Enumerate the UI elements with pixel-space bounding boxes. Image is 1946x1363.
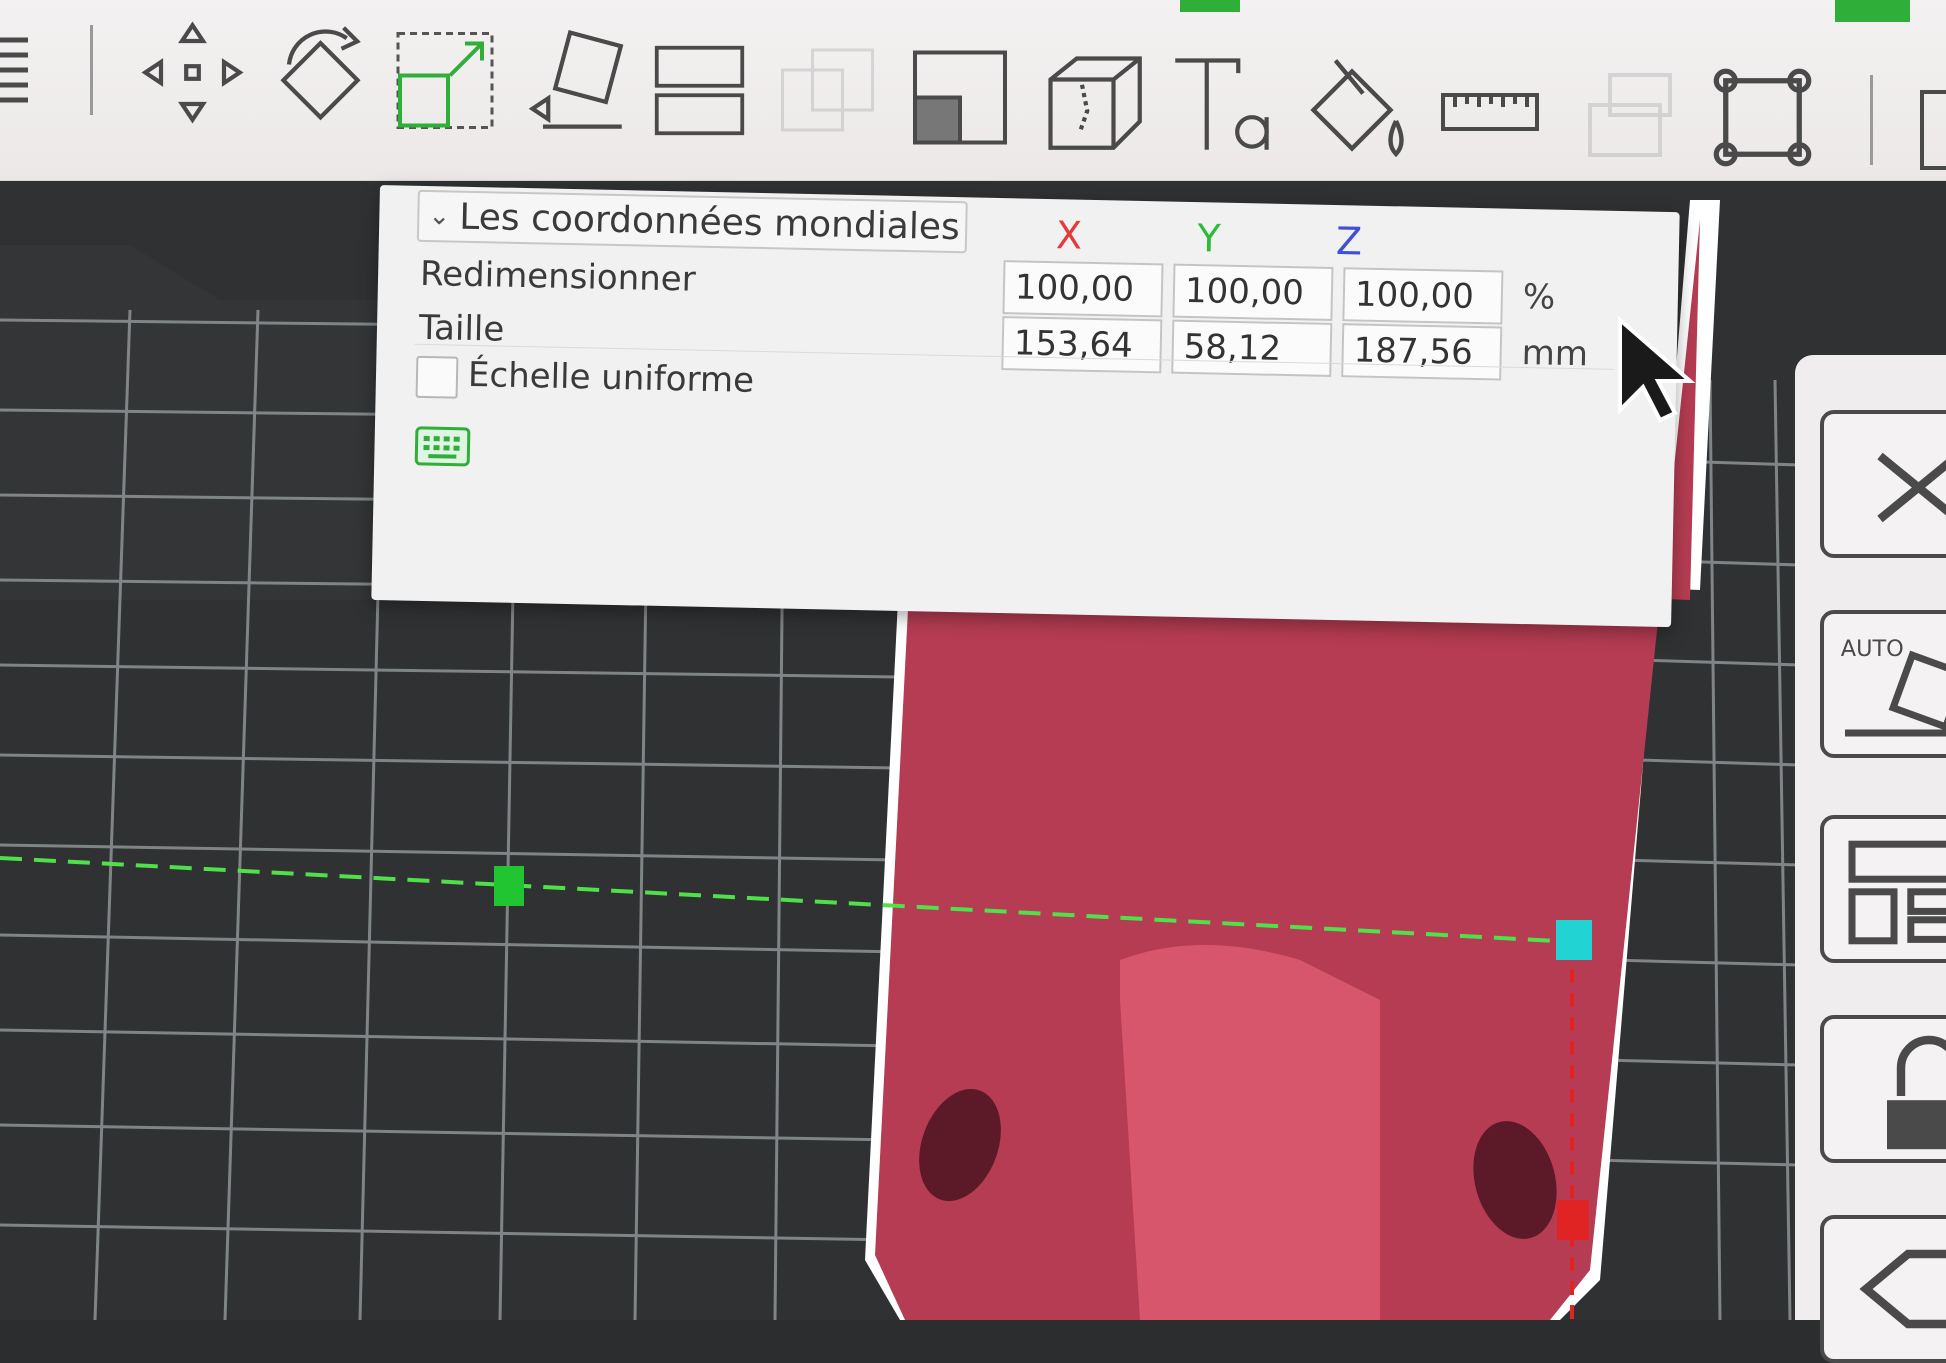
auto-orient-icon[interactable]: AUTO xyxy=(1820,610,1946,758)
rotate-icon[interactable] xyxy=(268,20,373,130)
size-z-field[interactable]: 187,56 xyxy=(1341,323,1503,381)
coordinate-system-dropdown[interactable]: ⌄ Les coordonnées mondiales xyxy=(416,189,968,254)
size-y-field[interactable]: 58,12 xyxy=(1171,319,1333,377)
text-icon[interactable] xyxy=(1170,50,1275,155)
close-icon[interactable] xyxy=(1820,410,1946,558)
seam-paint-icon[interactable] xyxy=(1040,48,1145,153)
keyboard-icon[interactable] xyxy=(414,426,471,467)
scale-tool-panel: ⌄ Les coordonnées mondiales X Y Z Redime… xyxy=(371,185,1680,628)
fit-view-icon[interactable] xyxy=(1710,65,1815,170)
lay-on-face-icon[interactable] xyxy=(522,30,627,135)
boolean-icon xyxy=(775,45,880,145)
resize-y-field[interactable]: 100,00 xyxy=(1172,263,1334,321)
assembly-icon xyxy=(1580,65,1680,165)
layout-icon[interactable] xyxy=(1920,90,1946,170)
lock-icon[interactable] xyxy=(1820,1015,1946,1163)
main-toolbar xyxy=(0,0,1946,181)
axis-z-header: Z xyxy=(1335,219,1363,264)
right-side-panel: AUTO xyxy=(1795,355,1946,1363)
coordinate-system-label: Les coordonnées mondiales xyxy=(458,196,961,248)
resize-x-field[interactable]: 100,00 xyxy=(1002,260,1164,318)
svg-text:AUTO: AUTO xyxy=(1841,636,1904,662)
scale-icon[interactable] xyxy=(395,28,495,133)
support-paint-icon[interactable] xyxy=(910,45,1010,150)
arrow-cursor-icon xyxy=(1615,315,1705,425)
toolbar-divider xyxy=(1870,75,1873,165)
resize-unit: % xyxy=(1522,276,1556,318)
cut-icon[interactable] xyxy=(652,38,747,143)
label-icon[interactable] xyxy=(1820,1215,1946,1363)
status-indicator xyxy=(1835,0,1910,22)
color-paint-icon[interactable] xyxy=(1300,55,1415,165)
arrange-icon[interactable] xyxy=(1820,815,1946,963)
uniform-scale-checkbox[interactable] xyxy=(415,355,459,399)
uniform-scale-label: Échelle uniforme xyxy=(467,354,755,401)
size-x-field[interactable]: 153,64 xyxy=(1001,316,1163,374)
measure-handle-end[interactable] xyxy=(1556,920,1592,960)
chevron-down-icon: ⌄ xyxy=(428,201,451,232)
menu-icon[interactable] xyxy=(0,30,32,110)
axis-x-header: X xyxy=(1055,213,1083,258)
resize-z-field[interactable]: 100,00 xyxy=(1342,267,1504,325)
measure-handle-z[interactable] xyxy=(1557,1200,1589,1240)
measure-icon[interactable] xyxy=(1440,82,1540,142)
status-indicator xyxy=(1180,0,1240,12)
resize-label: Redimensionner xyxy=(419,253,697,300)
toolbar-divider xyxy=(90,25,93,115)
move-icon[interactable] xyxy=(140,20,245,125)
axis-y-header: Y xyxy=(1196,216,1222,261)
measure-handle-start[interactable] xyxy=(494,866,524,906)
